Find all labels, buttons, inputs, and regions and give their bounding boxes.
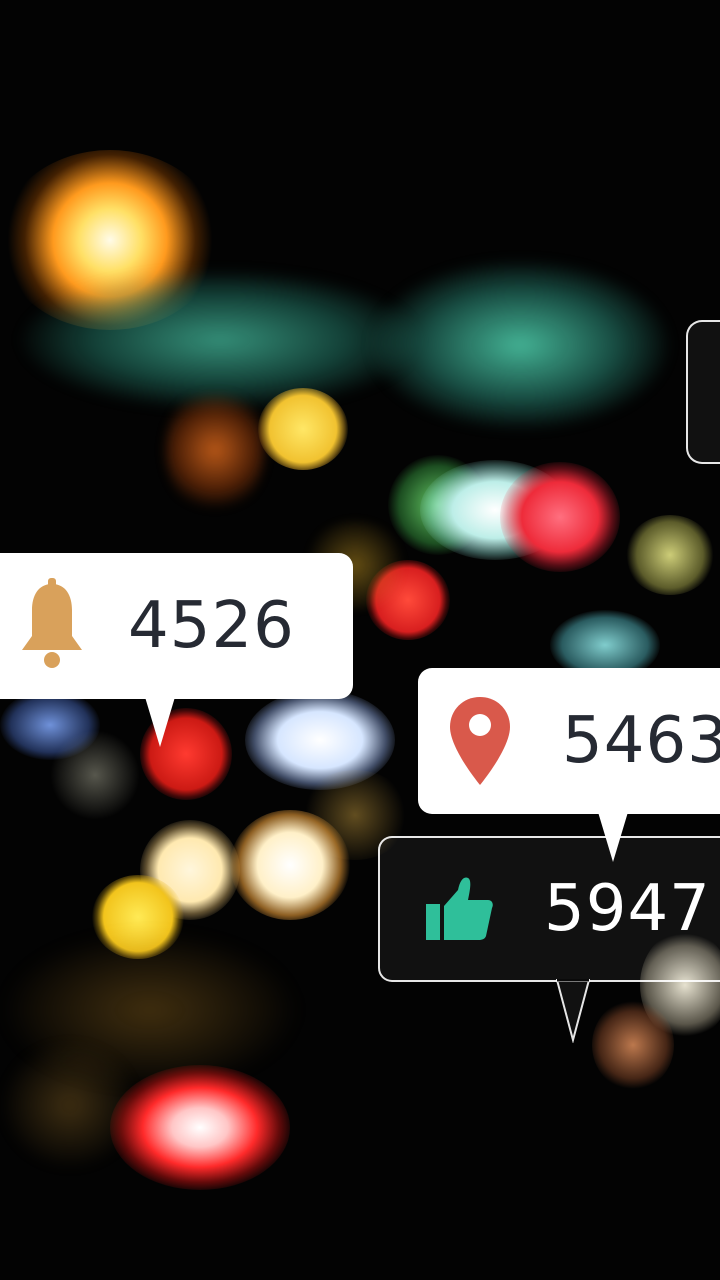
location-pin-icon [450,697,510,785]
orange-light [165,385,265,515]
teal-light-band [370,260,670,430]
orange-light [592,1000,674,1090]
tail-light-red [110,1065,290,1190]
red-light [500,462,620,572]
partial-notification-bubble [686,320,720,464]
pale-yellow-light [625,515,715,595]
alerts-notification-bubble: 4526 [0,553,353,699]
likes-notification-bubble: 5947 [378,836,720,982]
white-light [230,810,350,920]
thumbs-up-icon [426,877,493,940]
alerts-bubble-tail [145,697,175,747]
places-count: 5463 [562,704,720,778]
places-notification-bubble: 5463 [418,668,720,814]
likes-count: 5947 [544,872,711,946]
alerts-count: 4526 [128,589,295,663]
yellow-light [258,388,348,470]
grey-light [50,730,140,820]
bell-icon [22,578,82,668]
likes-bubble-tail [556,979,590,1043]
